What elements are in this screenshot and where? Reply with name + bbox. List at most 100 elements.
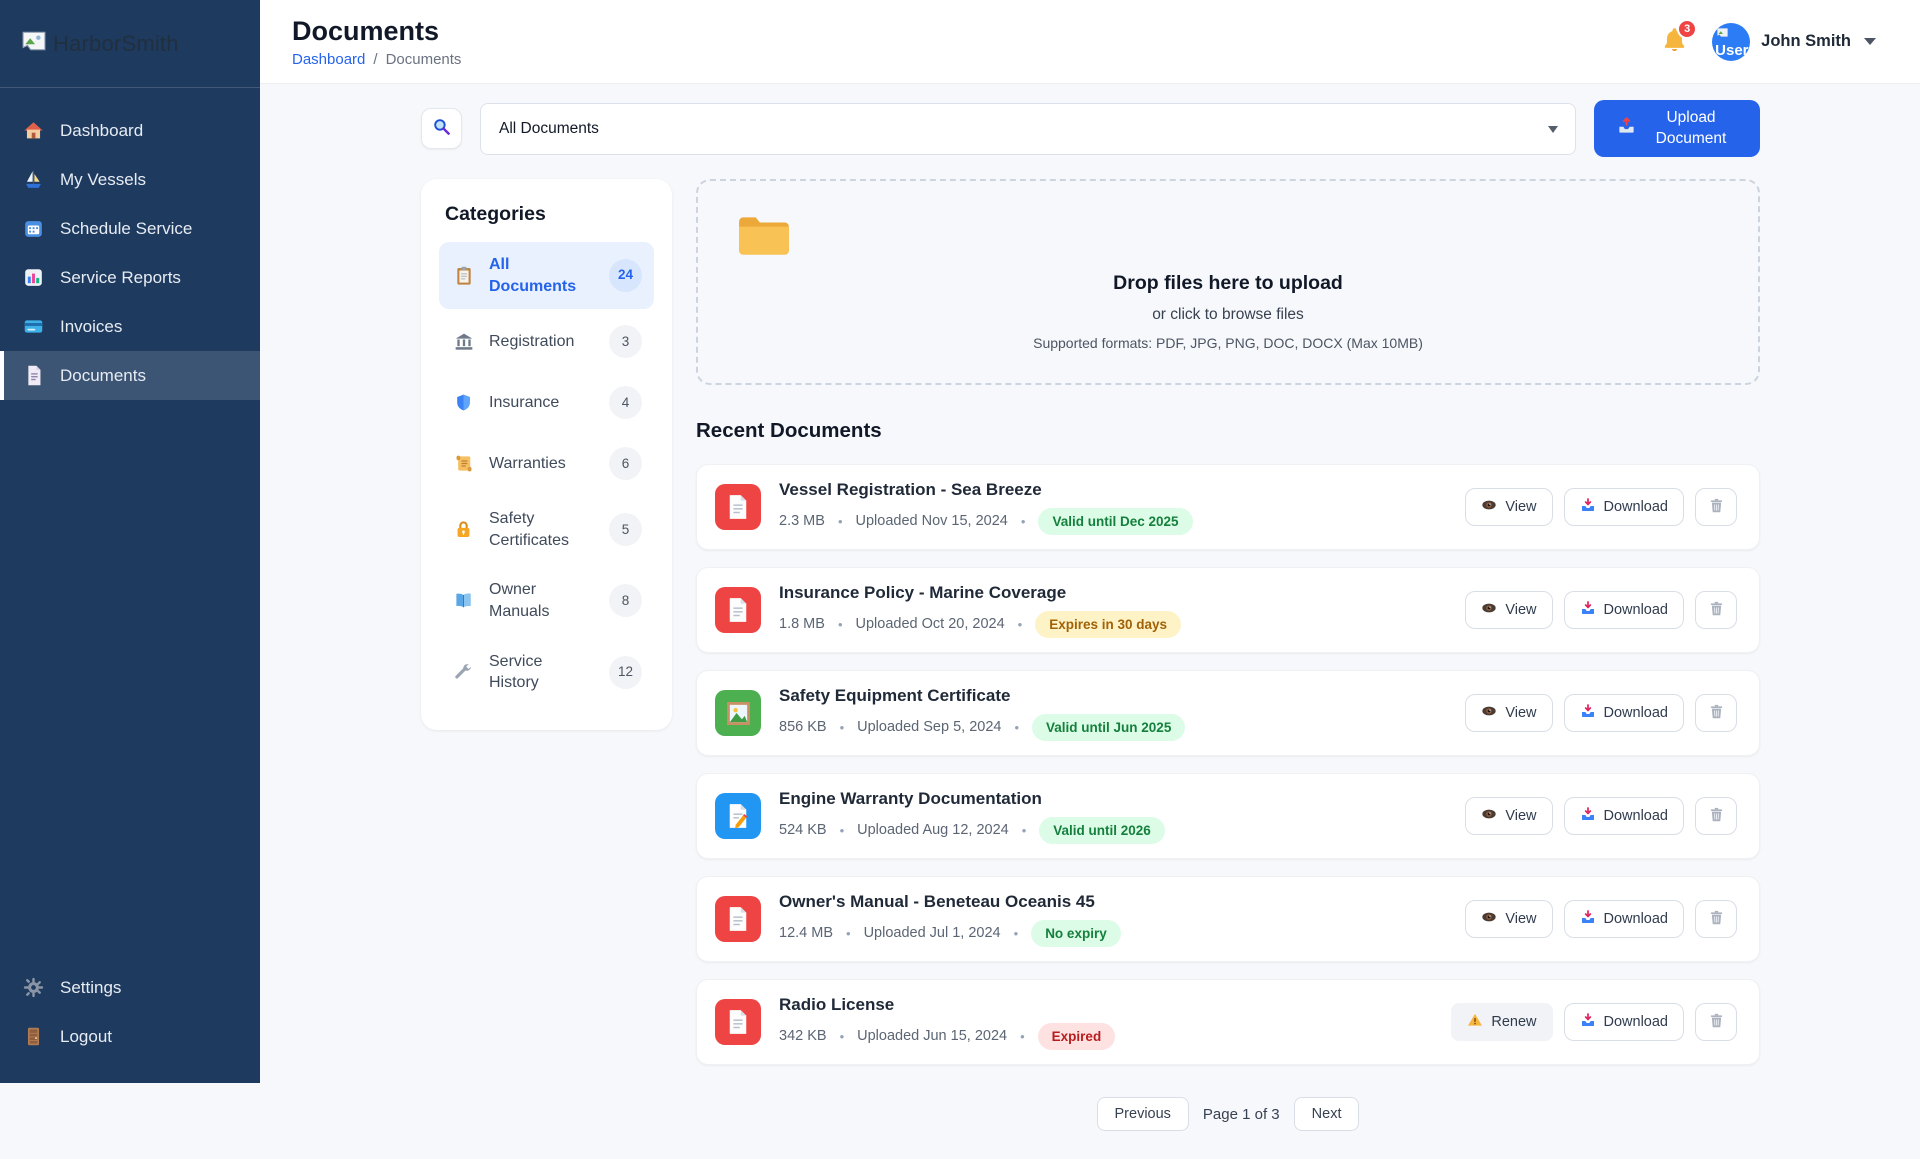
dropzone-formats: Supported formats: PDF, JPG, PNG, DOC, D… xyxy=(728,335,1728,351)
calendar-icon xyxy=(22,218,45,239)
search-button[interactable] xyxy=(421,108,462,149)
categories-panel: Categories All Documents 24 Registration xyxy=(421,179,672,730)
view-button[interactable]: View xyxy=(1465,900,1552,938)
sidebar-item-logout[interactable]: Logout xyxy=(0,1012,260,1061)
breadcrumb-current: Documents xyxy=(386,51,462,68)
document-title: Radio License xyxy=(779,995,1115,1015)
delete-button[interactable] xyxy=(1695,591,1737,629)
download-button[interactable]: Download xyxy=(1564,797,1685,835)
previous-page-button[interactable]: Previous xyxy=(1097,1097,1189,1131)
view-button[interactable]: View xyxy=(1465,694,1552,732)
document-uploaded: Uploaded Jul 1, 2024 xyxy=(864,925,1001,941)
document-meta: 1.8 MB • Uploaded Oct 20, 2024 • Expires… xyxy=(779,611,1181,638)
eye-icon xyxy=(1481,600,1497,620)
sidebar-item-invoices[interactable]: Invoices xyxy=(0,302,260,351)
sidebar-item-schedule-service[interactable]: Schedule Service xyxy=(0,204,260,253)
meta-separator: • xyxy=(846,926,851,941)
download-button[interactable]: Download xyxy=(1564,900,1685,938)
renew-button[interactable]: Renew xyxy=(1451,1003,1552,1041)
meta-separator: • xyxy=(838,617,843,632)
category-label: Owner Manuals xyxy=(489,579,596,622)
category-count-badge: 5 xyxy=(609,513,642,546)
document-uploaded: Uploaded Jun 15, 2024 xyxy=(857,1028,1007,1044)
view-button[interactable]: View xyxy=(1465,488,1552,526)
notification-count-badge: 3 xyxy=(1677,19,1697,39)
sidebar-item-settings[interactable]: Settings xyxy=(0,963,260,1012)
document-info: Vessel Registration - Sea Breeze 2.3 MB … xyxy=(779,480,1193,535)
category-all-documents[interactable]: All Documents 24 xyxy=(439,242,654,309)
document-uploaded: Uploaded Sep 5, 2024 xyxy=(857,719,1001,735)
download-button-label: Download xyxy=(1604,499,1669,515)
category-owner-manuals[interactable]: Owner Manuals 8 xyxy=(439,567,654,634)
document-size: 12.4 MB xyxy=(779,925,833,941)
document-row: Insurance Policy - Marine Coverage 1.8 M… xyxy=(696,567,1760,653)
category-label: Insurance xyxy=(489,392,596,414)
file-dropzone[interactable]: Drop files here to upload or click to br… xyxy=(696,179,1760,385)
download-button-label: Download xyxy=(1604,808,1669,824)
category-service-history[interactable]: Service History 12 xyxy=(439,639,654,706)
delete-button[interactable] xyxy=(1695,488,1737,526)
download-button-label: Download xyxy=(1604,1014,1669,1030)
delete-button[interactable] xyxy=(1695,694,1737,732)
document-size: 1.8 MB xyxy=(779,616,825,632)
sidebar-item-service-reports[interactable]: Service Reports xyxy=(0,253,260,302)
renew-button-label: Renew xyxy=(1491,1014,1536,1030)
house-icon xyxy=(22,120,45,141)
delete-button[interactable] xyxy=(1695,1003,1737,1041)
view-button-label: View xyxy=(1505,499,1536,515)
status-badge: Valid until 2026 xyxy=(1039,817,1165,844)
next-page-button[interactable]: Next xyxy=(1294,1097,1360,1131)
sidebar-item-my-vessels[interactable]: My Vessels xyxy=(0,155,260,204)
avatar: User xyxy=(1712,23,1750,61)
download-button[interactable]: Download xyxy=(1564,488,1685,526)
meta-separator: • xyxy=(1021,514,1026,529)
document-size: 2.3 MB xyxy=(779,513,825,529)
view-button[interactable]: View xyxy=(1465,591,1552,629)
brand-name: HarborSmith xyxy=(53,31,179,57)
header-left: Documents Dashboard / Documents xyxy=(292,16,461,68)
category-safety-certificates[interactable]: Safety Certificates 5 xyxy=(439,496,654,563)
breadcrumb: Dashboard / Documents xyxy=(292,51,461,68)
document-info: Insurance Policy - Marine Coverage 1.8 M… xyxy=(779,583,1181,638)
document-size: 856 KB xyxy=(779,719,827,735)
upload-document-button[interactable]: Upload Document xyxy=(1594,100,1760,157)
download-button[interactable]: Download xyxy=(1564,1003,1685,1041)
sidebar-item-dashboard[interactable]: Dashboard xyxy=(0,106,260,155)
shield-icon xyxy=(451,392,476,413)
category-registration[interactable]: Registration 3 xyxy=(439,313,654,370)
sidebar-item-label: My Vessels xyxy=(60,170,146,190)
category-count-badge: 8 xyxy=(609,584,642,617)
category-label: All Documents xyxy=(489,254,596,297)
download-button[interactable]: Download xyxy=(1564,591,1685,629)
document-filter-select[interactable]: All Documents xyxy=(480,103,1576,155)
inbox-tray-icon xyxy=(1580,703,1596,723)
document-meta: 856 KB • Uploaded Sep 5, 2024 • Valid un… xyxy=(779,714,1185,741)
eye-icon xyxy=(1481,703,1497,723)
download-button[interactable]: Download xyxy=(1564,694,1685,732)
meta-separator: • xyxy=(840,720,845,735)
pagination: Previous Page 1 of 3 Next xyxy=(696,1097,1760,1159)
inbox-tray-icon xyxy=(1580,909,1596,929)
breadcrumb-dashboard-link[interactable]: Dashboard xyxy=(292,51,365,68)
sidebar-item-label: Dashboard xyxy=(60,121,143,141)
category-insurance[interactable]: Insurance 4 xyxy=(439,374,654,431)
document-row: Engine Warranty Documentation 524 KB • U… xyxy=(696,773,1760,859)
document-row: Safety Equipment Certificate 856 KB • Up… xyxy=(696,670,1760,756)
meta-separator: • xyxy=(840,823,845,838)
notifications-button[interactable]: 3 xyxy=(1661,26,1688,58)
brand-logo[interactable]: HarborSmith xyxy=(0,0,260,88)
meta-separator: • xyxy=(1018,617,1023,632)
document-uploaded: Uploaded Aug 12, 2024 xyxy=(857,822,1009,838)
user-menu[interactable]: User John Smith xyxy=(1712,23,1876,61)
delete-button[interactable] xyxy=(1695,797,1737,835)
category-count-badge: 6 xyxy=(609,447,642,480)
delete-button[interactable] xyxy=(1695,900,1737,938)
pdf-file-icon xyxy=(715,587,761,633)
sidebar-nav: Dashboard My Vessels Schedule Service Se… xyxy=(0,88,260,400)
category-warranties[interactable]: Warranties 6 xyxy=(439,435,654,492)
sidebar-item-documents[interactable]: Documents xyxy=(0,351,260,400)
trash-icon xyxy=(1708,909,1725,930)
view-button[interactable]: View xyxy=(1465,797,1552,835)
document-info: Owner's Manual - Beneteau Oceanis 45 12.… xyxy=(779,892,1121,947)
user-name: John Smith xyxy=(1761,32,1851,51)
